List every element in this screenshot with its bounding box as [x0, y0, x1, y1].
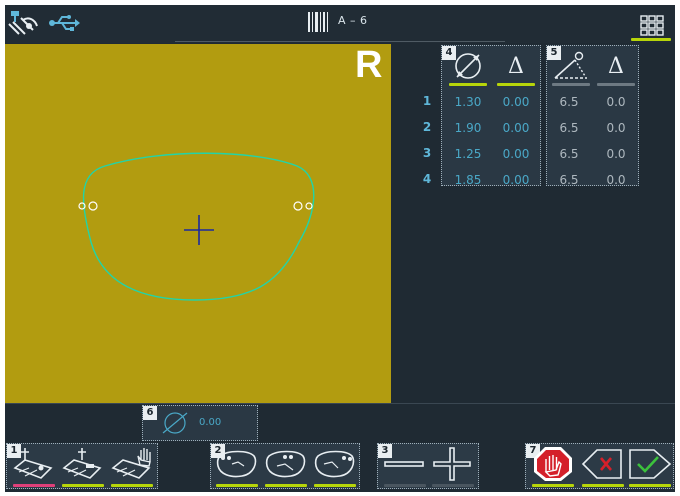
diameter-value[interactable]: 1.85 — [446, 173, 490, 187]
tracer-icon[interactable] — [7, 8, 41, 38]
drill-hole-button[interactable] — [11, 446, 57, 487]
rotation-panel[interactable]: 6 0.00 — [142, 405, 258, 441]
app-window: A – 6 R 4 Δ 1.30 0.00 1.90 0.00 1.25 0.0… — [5, 5, 675, 492]
hole-position-center-button[interactable] — [263, 446, 309, 487]
minus-button[interactable] — [382, 446, 428, 487]
diameter-value[interactable]: 1.90 — [446, 121, 490, 135]
hole-right-outer — [305, 202, 313, 210]
column-active-bar — [497, 83, 535, 86]
option-bar — [629, 484, 671, 487]
row-number: 3 — [422, 146, 432, 160]
plus-button[interactable] — [430, 446, 476, 487]
panel-number: 6 — [143, 406, 157, 420]
hole-position-center-icon — [265, 450, 306, 478]
angle-value[interactable]: 6.5 — [547, 121, 591, 135]
drill-slot-button[interactable] — [60, 446, 106, 487]
column-angle[interactable] — [549, 50, 593, 86]
delta-value[interactable]: 0.0 — [594, 95, 638, 109]
hole-right-inner — [293, 201, 303, 211]
delta-value[interactable]: 0.0 — [594, 121, 638, 135]
column-active-bar — [449, 83, 487, 86]
crosshair-icon — [184, 215, 214, 245]
option-bar — [111, 484, 153, 487]
angle-value[interactable]: 6.5 — [547, 173, 591, 187]
option-bar — [265, 484, 307, 487]
header-divider — [175, 41, 505, 42]
cancel-icon — [581, 449, 622, 479]
rotation-value: 0.00 — [199, 417, 222, 428]
row-number: 4 — [422, 172, 432, 186]
usb-icon[interactable] — [47, 8, 81, 38]
hole-position-right-icon — [314, 450, 355, 478]
option-bar — [582, 484, 624, 487]
hole-left-inner — [88, 201, 98, 211]
hole-diameter-table: 4 Δ 1.30 0.00 1.90 0.00 1.25 0.00 1.85 0… — [441, 45, 541, 187]
row-number: 2 — [422, 120, 432, 134]
angle-icon — [554, 51, 587, 79]
hole-position-group: 2 — [210, 443, 360, 489]
angle-value[interactable]: 6.5 — [547, 147, 591, 161]
drill-mode-group: 1 — [6, 443, 158, 489]
lens-view[interactable]: R — [5, 44, 391, 403]
stop-button[interactable] — [530, 446, 576, 487]
delta-value[interactable]: 0.00 — [494, 147, 538, 161]
action-group: 7 — [525, 443, 674, 489]
adjust-group: 3 — [377, 443, 479, 489]
delta-label: Δ — [508, 54, 524, 79]
option-bar — [532, 484, 574, 487]
barcode-icon[interactable] — [307, 10, 329, 34]
option-bar — [314, 484, 356, 487]
diameter-value[interactable]: 1.30 — [446, 95, 490, 109]
delta-value[interactable]: 0.0 — [594, 147, 638, 161]
column-bar — [552, 83, 590, 86]
angle-value[interactable]: 6.5 — [547, 95, 591, 109]
top-bar: A – 6 — [5, 5, 675, 43]
row-number: 1 — [422, 94, 432, 108]
option-bar — [384, 484, 426, 487]
hole-position-left-button[interactable] — [214, 446, 260, 487]
delta-value[interactable]: 0.00 — [494, 121, 538, 135]
hole-position-left-icon — [216, 450, 257, 478]
lens-drawing — [78, 152, 315, 301]
grid-menu-icon[interactable] — [635, 10, 671, 40]
delta-value[interactable]: 0.00 — [494, 95, 538, 109]
job-label: A – 6 — [338, 14, 368, 27]
drill-manual-button[interactable] — [109, 446, 155, 487]
grid-menu-active-bar — [631, 38, 671, 41]
selected-bar — [13, 484, 55, 487]
diameter-icon — [455, 53, 481, 79]
option-bar — [432, 484, 474, 487]
column-diameter[interactable] — [446, 50, 490, 86]
drill-manual-icon — [111, 448, 151, 479]
rotation-diameter-icon — [162, 412, 188, 434]
minus-icon — [384, 461, 424, 467]
option-bar — [62, 484, 104, 487]
column-delta[interactable]: Δ — [494, 50, 538, 86]
delta-value[interactable]: 0.00 — [494, 173, 538, 187]
plus-icon — [433, 447, 471, 481]
delta-label: Δ — [608, 54, 624, 79]
delta-value[interactable]: 0.0 — [594, 173, 638, 187]
column-delta[interactable]: Δ — [594, 50, 638, 86]
cancel-button[interactable] — [580, 446, 626, 487]
confirm-button[interactable] — [627, 446, 673, 487]
column-bar — [597, 83, 635, 86]
hole-angle-table: 5 Δ 6.5 0.0 6.5 0.0 6.5 0.0 6.5 0.0 — [546, 45, 639, 187]
drill-hole-icon — [13, 448, 53, 479]
hole-position-right-button[interactable] — [312, 446, 358, 487]
stop-icon — [534, 447, 572, 481]
diameter-value[interactable]: 1.25 — [446, 147, 490, 161]
confirm-icon — [629, 449, 672, 479]
bottom-divider — [5, 403, 675, 404]
option-bar — [216, 484, 258, 487]
eye-side-indicator[interactable]: R — [355, 46, 382, 84]
drill-slot-icon — [62, 448, 102, 479]
